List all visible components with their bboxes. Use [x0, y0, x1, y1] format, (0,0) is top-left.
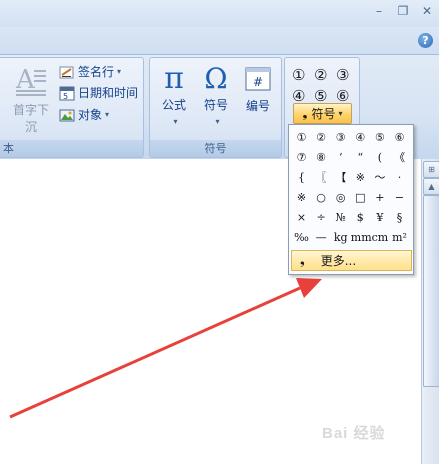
more-symbols-button[interactable]: ❟ 更多... [291, 250, 412, 271]
symbol-cell[interactable]: ※ [292, 188, 311, 207]
symbol-cell[interactable]: ÷ [312, 208, 331, 227]
symbol-cell[interactable]: ( [370, 148, 389, 167]
symbol-cell[interactable]: ⑥ [390, 128, 409, 147]
symbol-cell[interactable]: ⑦ [292, 148, 311, 167]
symbol-cell[interactable]: 〖 [312, 168, 331, 187]
symbol-cell[interactable]: m² [390, 228, 409, 247]
symbol-cell[interactable]: ⑧ [312, 148, 331, 167]
symbol-cell[interactable]: ◎ [331, 188, 350, 207]
symbol-cell[interactable]: { [292, 168, 311, 187]
symbol-cell[interactable]: cm [370, 228, 389, 247]
symbol-cell[interactable]: + [370, 188, 389, 207]
symbol-cell[interactable]: ① [292, 128, 311, 147]
symbol-cell[interactable]: $ [351, 208, 370, 227]
symbol-cell[interactable]: § [390, 208, 409, 227]
more-symbols-label: 更多... [320, 254, 357, 268]
symbol-cell[interactable]: ～ [370, 168, 389, 187]
symbol-cell[interactable]: × [292, 208, 311, 227]
watermark: Bai 经验 [322, 425, 386, 442]
symbol-cell[interactable]: ○ [312, 188, 331, 207]
symbol-cell[interactable]: ② [312, 128, 331, 147]
symbol-cell[interactable]: ⑤ [370, 128, 389, 147]
symbol-cell[interactable]: ‘ [331, 148, 350, 167]
symbol-cell[interactable]: ‰ [292, 228, 311, 247]
symbol-cell[interactable]: № [331, 208, 350, 227]
symbol-cell[interactable]: · [390, 168, 409, 187]
comma-icon: ❟ [300, 253, 305, 267]
symbol-cell[interactable]: □ [351, 188, 370, 207]
symbol-cell[interactable]: “ [351, 148, 370, 167]
symbol-cell[interactable]: — [312, 228, 331, 247]
symbol-cell[interactable]: − [390, 188, 409, 207]
symbol-cell[interactable]: ¥ [370, 208, 389, 227]
symbol-cell[interactable]: ※ [351, 168, 370, 187]
symbol-cell[interactable]: ③ [331, 128, 350, 147]
symbol-cell[interactable]: ④ [351, 128, 370, 147]
symbol-cell[interactable]: mm [351, 228, 372, 247]
symbol-cell[interactable]: 《 [390, 148, 409, 167]
symbol-cell[interactable]: kg [331, 228, 350, 247]
symbol-dropdown-panel: ① ② ③ ④ ⑤ ⑥ ⑦ ⑧ ‘“(《{〖【※ ～ · ※ ○ ◎ □ + − × ÷ № $ ¥ § ‰ — kg mm cm m²… [288, 124, 414, 275]
symbol-cell[interactable]: 【 [331, 168, 350, 187]
